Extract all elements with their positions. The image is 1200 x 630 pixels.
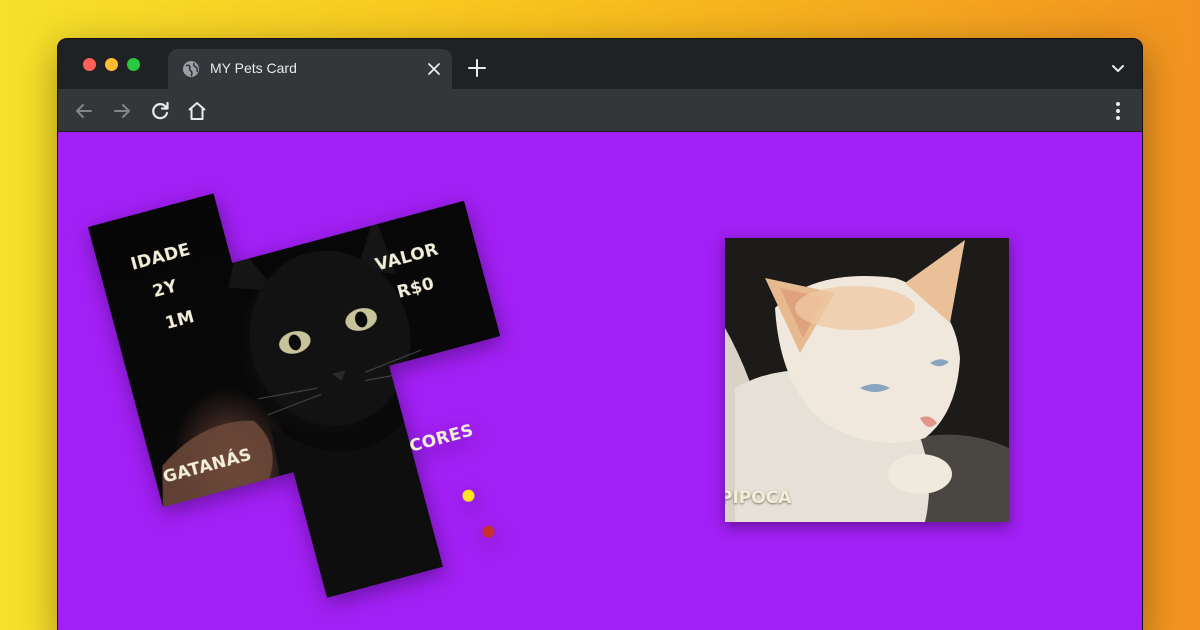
colors-label: CORES — [407, 420, 476, 457]
home-icon[interactable] — [185, 99, 209, 123]
forward-arrow-icon[interactable] — [110, 99, 134, 123]
browser-titlebar: MY Pets Card — [58, 39, 1142, 89]
close-window-button[interactable] — [83, 58, 96, 71]
pet-card-gatanas[interactable]: IDADE 2Y 1M VALOR R$0 CORES GATANÁS — [88, 132, 554, 630]
browser-tab-active[interactable]: MY Pets Card — [168, 49, 452, 89]
page-viewport: IDADE 2Y 1M VALOR R$0 CORES GATANÁS PIPO… — [58, 132, 1142, 630]
more-options-icon[interactable] — [1106, 99, 1130, 123]
back-arrow-icon[interactable] — [72, 99, 96, 123]
color-swatch-red — [481, 524, 496, 540]
browser-toolbar — [58, 89, 1142, 132]
pet-name: PIPOCA — [725, 488, 792, 508]
white-cat-illustration — [725, 238, 1009, 522]
tab-title: MY Pets Card — [210, 60, 297, 76]
cat-photo-black — [88, 132, 554, 630]
minimize-window-button[interactable] — [105, 58, 118, 71]
chevron-down-icon[interactable] — [1110, 61, 1126, 77]
color-swatch-yellow — [461, 488, 476, 504]
browser-window: MY Pets Card IDADE 2Y 1M VALOR R$0 CORES… — [57, 38, 1143, 630]
close-tab-icon[interactable] — [424, 59, 444, 79]
maximize-window-button[interactable] — [127, 58, 140, 71]
black-cat-illustration — [88, 132, 554, 630]
pet-card-pipoca[interactable]: PIPOCA — [725, 238, 1009, 522]
globe-icon — [183, 61, 199, 77]
new-tab-icon[interactable] — [466, 57, 488, 79]
reload-icon[interactable] — [148, 99, 172, 123]
